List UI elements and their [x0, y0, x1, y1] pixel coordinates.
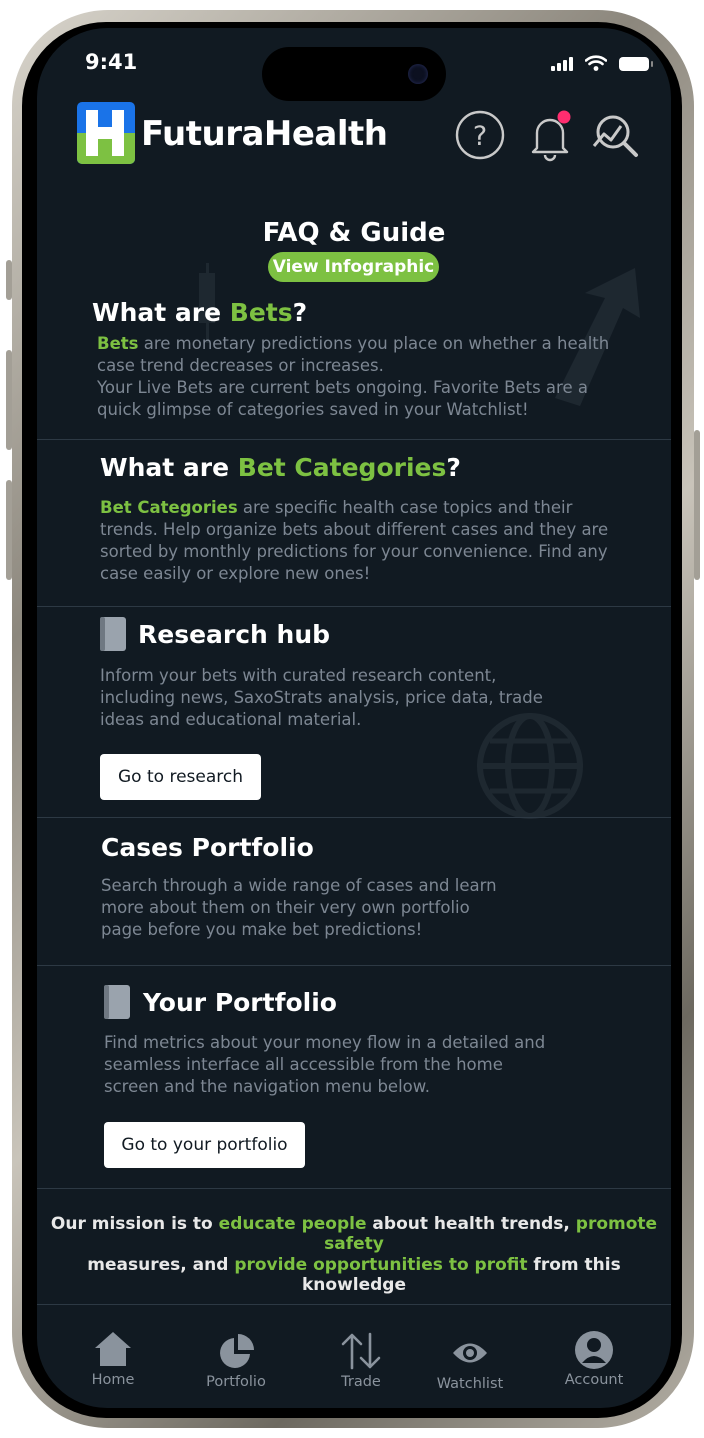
status-time: 9:41 [85, 50, 138, 74]
nav-account[interactable]: Account [539, 1330, 649, 1388]
bet-categories-heading: What are Bet Categories? [100, 453, 461, 482]
nav-trade[interactable]: Trade [306, 1332, 416, 1390]
app-screen: 9:41 FuturaHealth ? FAQ & Guide View Inf… [37, 28, 671, 1408]
bets-description: Bets are monetary predictions you place … [97, 334, 610, 419]
home-icon [95, 1332, 131, 1366]
book-icon [104, 985, 130, 1019]
nav-watchlist[interactable]: Watchlist [415, 1340, 525, 1392]
status-icons [551, 55, 653, 71]
bell-icon[interactable] [523, 108, 577, 162]
cases-portfolio-description: Search through a wide range of cases and… [101, 876, 497, 939]
faq-title: FAQ & Guide [262, 218, 446, 248]
view-infographic-button[interactable]: View Infographic [268, 252, 439, 282]
nav-trade-label: Trade [341, 1374, 381, 1390]
wifi-icon [585, 55, 607, 71]
account-icon [575, 1331, 613, 1369]
cases-portfolio-heading: Cases Portfolio [101, 833, 314, 862]
nav-watchlist-label: Watchlist [436, 1376, 504, 1392]
svg-text:?: ? [473, 121, 487, 152]
bets-heading: What are Bets? [92, 298, 308, 327]
go-to-research-button[interactable]: Go to research [100, 754, 261, 800]
nav-portfolio-label: Portfolio [206, 1374, 266, 1390]
nav-home-label: Home [91, 1372, 135, 1388]
pie-chart-icon [220, 1334, 254, 1368]
research-hub-description: Inform your bets with curated research c… [100, 666, 543, 729]
brand-name: FuturaHealth [141, 114, 388, 154]
camera-icon [408, 64, 428, 84]
nav-divider [37, 1304, 671, 1305]
research-hub-heading: Research hub [138, 620, 331, 649]
section-divider [37, 1188, 671, 1189]
help-icon[interactable]: ? [453, 108, 507, 162]
section-divider [37, 965, 671, 966]
book-icon [100, 617, 126, 651]
section-divider [37, 817, 671, 818]
mission-line-1: Our mission is to educate people about h… [50, 1214, 658, 1254]
battery-icon [619, 57, 653, 71]
your-portfolio-heading: Your Portfolio [143, 988, 337, 1017]
section-divider [37, 606, 671, 607]
nav-home[interactable]: Home [58, 1330, 168, 1388]
dynamic-island [262, 47, 446, 101]
mission-line-2: measures, and provide opportunities to p… [87, 1255, 621, 1295]
nav-portfolio[interactable]: Portfolio [181, 1334, 291, 1390]
trade-arrows-icon [341, 1332, 381, 1370]
nav-account-label: Account [564, 1372, 624, 1388]
futurahealth-logo-icon[interactable] [77, 102, 135, 164]
bottom-navigation: Home Portfolio Trade Watchlist Account [37, 1328, 671, 1408]
your-portfolio-description: Find metrics about your money flow in a … [104, 1033, 546, 1096]
volume-up-button [6, 350, 12, 450]
search-analytics-icon[interactable] [588, 108, 642, 162]
power-button [694, 430, 700, 580]
signal-icon [551, 57, 573, 71]
app-header: FuturaHealth ? [77, 102, 638, 166]
section-divider [37, 439, 671, 440]
silent-switch [6, 260, 12, 300]
eye-icon [453, 1343, 487, 1363]
volume-down-button [6, 480, 12, 580]
go-to-portfolio-button[interactable]: Go to your portfolio [104, 1122, 305, 1168]
bet-categories-description: Bet Categories are specific health case … [100, 498, 609, 583]
